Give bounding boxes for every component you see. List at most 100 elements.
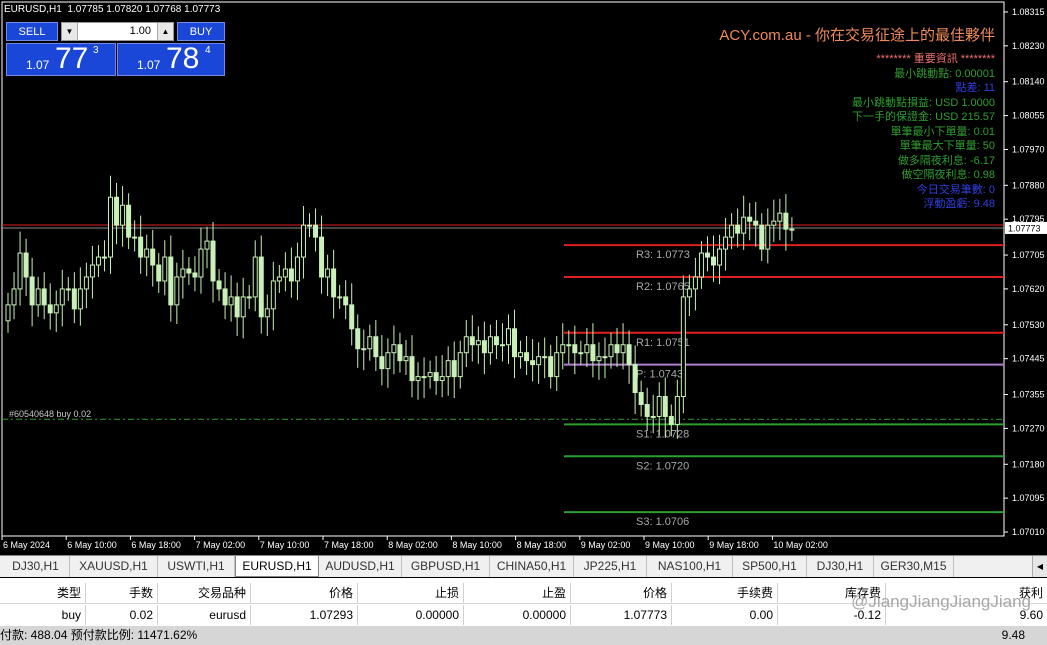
candle-body-bull [692,276,698,290]
candle-body-bear [234,296,240,318]
y-tick-label: 1.07010 [1012,527,1045,537]
column-header[interactable]: 止盈 [466,583,571,603]
table-cell: buy [0,605,86,625]
tab-dj30-h1[interactable]: DJ30,H1 [2,556,70,577]
candle-body-bull [361,348,367,351]
sell-button[interactable]: SELL [6,22,58,41]
tab-uswti-h1[interactable]: USWTI,H1 [158,556,235,577]
buy-button[interactable]: BUY [177,22,225,41]
tab-gbpusd-h1[interactable]: GBPUSD,H1 [402,556,490,577]
candle-body-bear [397,344,403,362]
table-cell: eurusd [160,605,251,625]
tab-eurusd-h1[interactable]: EURUSD,H1 [235,556,319,577]
x-tick-label: 8 May 02:00 [388,540,438,550]
price-chart[interactable]: 1.08315 1.08230 1.08140 1.08055 1.07970 1.078… [0,0,1047,553]
candle-body-bull [602,356,608,359]
candle-body-bull [77,288,83,310]
candle-body-bull [487,336,493,354]
candle-body-bull [53,304,59,314]
y-tick-label: 1.07970 [1012,144,1045,154]
candle-body-bear [23,252,29,278]
buy-price-sup: 4 [205,45,211,56]
candle-body-bull [536,356,542,366]
y-tick-label: 1.08140 [1012,77,1045,87]
y-tick-label: 1.07530 [1012,320,1045,330]
column-header[interactable]: 手续费 [674,583,778,603]
tab-ger30-m15[interactable]: GER30,M15 [874,556,954,577]
candle-body-bear [626,344,632,366]
candle-body-bull [463,336,469,354]
buy-price-button[interactable]: 1.07 78 4 [117,42,225,76]
x-tick-label: 9 May 18:00 [709,540,759,550]
tab-audusd-h1[interactable]: AUDUSD,H1 [319,556,402,577]
candle-body-bull [777,212,783,222]
candle-body-bear [662,396,668,417]
lot-decrease-icon[interactable]: ▼ [62,23,78,40]
info-line: 浮動盈虧: 9.48 [923,198,995,210]
column-header[interactable]: 价格 [573,583,672,603]
tab-dj30-h1[interactable]: DJ30,H1 [807,556,874,577]
candle-body-bear [156,264,162,282]
candle-body-bull [771,220,777,226]
candle-body-bear [493,336,499,346]
x-tick-label: 6 May 18:00 [131,540,181,550]
table-cell: 0.00 [674,605,778,625]
broker-title: ACY.com.au - 你在交易征途上的最佳夥伴 [719,27,995,44]
candle-body-bull [282,268,288,278]
y-tick-label: 1.07705 [1012,250,1045,260]
candle-body-bull [35,288,41,306]
tab-jp225-h1[interactable]: JP225,H1 [574,556,647,577]
candle-body-bear [711,256,717,266]
tab-nas100-h1[interactable]: NAS100,H1 [647,556,733,577]
pivot-label: R2: 1.0765 [636,281,690,293]
table-cell: 1.07293 [253,605,358,625]
candle-body-bear [759,224,765,250]
candle-body-bear [409,356,415,382]
candle-body-bear [735,224,741,234]
candle-body-bull [204,240,210,250]
candle-body-bull [680,296,686,398]
x-tick-label: 6 May 10:00 [67,540,117,550]
candle-body-bull [108,196,114,258]
lot-increase-icon[interactable]: ▲ [157,23,173,40]
candle-body-bull [656,396,662,417]
x-tick-label: 7 May 18:00 [324,540,374,550]
candle-body-bull [101,256,107,259]
y-tick-label: 1.08230 [1012,41,1045,51]
column-header[interactable]: 类型 [0,583,86,603]
candle-body-bull [596,356,602,362]
tab-china50-h1[interactable]: CHINA50,H1 [490,556,574,577]
candle-body-bear [29,276,35,306]
column-header[interactable]: 手数 [88,583,158,603]
lot-size-input[interactable] [80,23,155,40]
mt4-window: 1.08315 1.08230 1.08140 1.08055 1.07970 1.078… [0,0,1047,645]
candle-body-bull [518,352,524,358]
column-header[interactable]: 价格 [253,583,358,603]
tab-scroll-right-icon[interactable]: ◀ [1032,556,1047,577]
candle-body-bull [264,308,270,318]
candle-body-bear [572,344,578,354]
column-header[interactable]: 止损 [360,583,464,603]
sell-price-prefix: 1.07 [26,58,50,72]
candle-body-bull [620,344,626,354]
candle-body-bull [198,248,204,278]
candle-body-bull [17,252,23,290]
candle-body-bull [674,396,680,425]
y-tick-label: 1.07355 [1012,390,1045,400]
candle-body-bull [325,268,331,278]
candle-body-bull [5,304,11,322]
tab-sp500-h1[interactable]: SP500,H1 [733,556,807,577]
candle-body-bear [114,196,120,226]
column-header[interactable]: 交易品种 [160,583,251,603]
candle-body-bull [240,296,246,318]
candle-body-bear [192,272,198,278]
candle-body-bear [216,280,222,290]
tab-xauusd-h1[interactable]: XAUUSD,H1 [70,556,158,577]
candle-body-bull [300,224,306,258]
table-cell: 0.00000 [360,605,464,625]
candle-body-bull [83,276,89,290]
symbol-header: EURUSD,H1 1.07785 1.07820 1.07768 1.0777… [4,4,220,15]
sell-price-button[interactable]: 1.07 77 3 [6,42,116,76]
candle-body-bull [723,236,729,250]
candle-body-bull [560,344,566,354]
